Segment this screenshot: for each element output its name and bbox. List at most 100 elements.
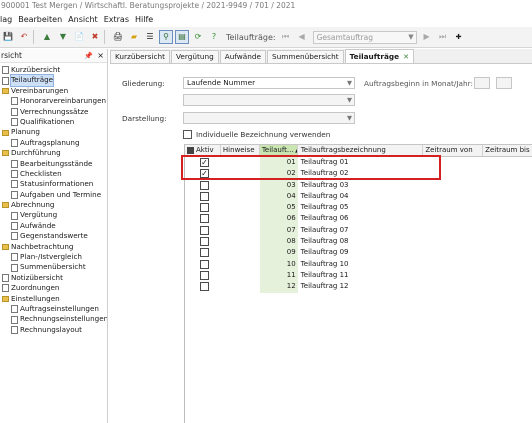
sidebar-item[interactable]: Rechnungslayout bbox=[0, 325, 107, 335]
select-all-checkbox[interactable] bbox=[187, 147, 194, 154]
individuelle-bezeichnung-checkbox[interactable] bbox=[183, 130, 192, 139]
sidebar-item[interactable]: Rechnungseinstellungen bbox=[0, 314, 107, 324]
zeitraum-von-cell[interactable] bbox=[423, 236, 483, 247]
table-row[interactable]: 09 Teilauftrag 09 bbox=[185, 247, 532, 259]
zeitraum-bis-cell[interactable] bbox=[483, 225, 532, 236]
column-header-teilauftragsbezeichnung[interactable]: Teilauftragsbezeichnung bbox=[298, 145, 424, 156]
sidebar-item[interactable]: Notizübersicht bbox=[0, 273, 107, 283]
sidebar-item[interactable]: Abrechnung bbox=[0, 200, 107, 210]
table-row[interactable]: 11 Teilauftrag 11 bbox=[185, 269, 532, 282]
gliederung-select[interactable]: Laufende Nummer ▼ bbox=[183, 77, 355, 89]
aktiv-checkbox[interactable] bbox=[200, 214, 209, 224]
zeitraum-bis-cell[interactable] bbox=[483, 180, 532, 191]
table-row[interactable]: 08 Teilauftrag 08 bbox=[185, 236, 532, 248]
table-row[interactable]: ✓ 01 Teilauftrag 01 bbox=[185, 157, 532, 169]
aktiv-checkbox[interactable]: ✓ bbox=[200, 158, 209, 167]
zeitraum-bis-cell[interactable] bbox=[483, 191, 532, 202]
first-record-icon[interactable]: ⏮ bbox=[280, 31, 292, 43]
zeitraum-bis-cell[interactable] bbox=[483, 247, 532, 258]
close-tab-icon[interactable]: ✕ bbox=[403, 51, 409, 63]
close-icon[interactable]: × bbox=[97, 49, 104, 63]
menu-item-ansicht[interactable]: Ansicht bbox=[65, 15, 101, 24]
table-row[interactable]: 05 Teilauftrag 05 bbox=[185, 202, 532, 214]
aktiv-checkbox[interactable] bbox=[200, 270, 209, 280]
zeitraum-von-cell[interactable] bbox=[423, 202, 483, 213]
zeitraum-bis-cell[interactable] bbox=[483, 270, 532, 281]
help-icon[interactable]: ? bbox=[208, 31, 220, 43]
sidebar-item[interactable]: Auftragseinstellungen bbox=[0, 304, 107, 314]
table-row[interactable]: ✓ 02 Teilauftrag 02 bbox=[185, 168, 532, 180]
sidebar-item[interactable]: Vergütung bbox=[0, 210, 107, 220]
column-header-zeitraum-bis[interactable]: Zeitraum bis bbox=[483, 145, 532, 156]
last-record-icon[interactable]: ⏭ bbox=[437, 31, 449, 43]
previous-record-icon[interactable]: ◀ bbox=[296, 31, 308, 43]
table-row[interactable]: 03 Teilauftrag 03 bbox=[185, 179, 532, 191]
column-header-zeitraum-von[interactable]: Zeitraum von bbox=[423, 145, 484, 156]
auftragsbeginn-jahr-input[interactable] bbox=[496, 77, 512, 89]
sidebar-item[interactable]: Zuordnungen bbox=[0, 283, 107, 293]
teilauftragsbezeichnung-cell[interactable]: Teilauftrag 03 bbox=[298, 180, 424, 191]
folder-icon[interactable]: ▰ bbox=[128, 31, 140, 43]
move-down-icon[interactable]: ▼ bbox=[57, 31, 69, 43]
table-row[interactable]: 10 Teilauftrag 10 bbox=[185, 258, 532, 270]
aktiv-checkbox[interactable]: ✓ bbox=[200, 169, 209, 179]
zeitraum-bis-cell[interactable] bbox=[483, 236, 532, 247]
sidebar-item[interactable]: Honorarvereinbarungen bbox=[0, 96, 107, 106]
auftragsbeginn-monat-input[interactable] bbox=[474, 77, 490, 89]
sidebar-item[interactable]: Aufwände bbox=[0, 221, 107, 231]
teilauftragsbezeichnung-cell[interactable]: Teilauftrag 05 bbox=[298, 202, 424, 213]
sidebar-item[interactable]: Einstellungen bbox=[0, 294, 107, 304]
zeitraum-von-cell[interactable] bbox=[423, 247, 483, 258]
move-up-icon[interactable]: ▲ bbox=[41, 31, 53, 43]
tab-teilauftraege[interactable]: Teilaufträge ✕ bbox=[344, 49, 414, 63]
table-row[interactable]: 06 Teilauftrag 06 bbox=[185, 213, 532, 225]
column-header-aktiv[interactable]: Aktiv bbox=[185, 145, 221, 156]
teilauftragsbezeichnung-cell[interactable]: Teilauftrag 02 bbox=[298, 168, 424, 179]
zeitraum-bis-cell[interactable] bbox=[483, 259, 532, 270]
table-row[interactable]: 07 Teilauftrag 07 bbox=[185, 224, 532, 237]
menu-item-extras[interactable]: Extras bbox=[101, 15, 132, 24]
delete-icon[interactable]: ✖ bbox=[89, 31, 101, 43]
zeitraum-von-cell[interactable] bbox=[423, 259, 483, 270]
zeitraum-von-cell[interactable] bbox=[423, 191, 483, 202]
sidebar-item[interactable]: Auftragsplanung bbox=[0, 138, 107, 148]
add-icon[interactable]: 📄 bbox=[73, 31, 85, 43]
teilauftrag-select[interactable]: Gesamtauftrag ▼ bbox=[312, 30, 417, 44]
zeitraum-bis-cell[interactable] bbox=[483, 202, 532, 213]
filter-icon[interactable]: ⚲ bbox=[159, 30, 173, 44]
list-icon[interactable]: ☰ bbox=[144, 31, 156, 43]
menu-item-lag[interactable]: lag bbox=[0, 15, 15, 24]
sidebar-item[interactable]: Summenübersicht bbox=[0, 262, 107, 272]
next-record-icon[interactable]: ▶ bbox=[421, 31, 433, 43]
tree-view-icon[interactable]: ▤ bbox=[175, 30, 189, 44]
column-header-hinweise[interactable]: Hinweise bbox=[221, 145, 260, 156]
table-row[interactable]: 12 Teilauftrag 12 bbox=[185, 281, 532, 293]
sidebar-item[interactable]: Planung bbox=[0, 127, 107, 137]
teilauftragsbezeichnung-cell[interactable]: Teilauftrag 12 bbox=[298, 281, 424, 292]
menu-item-hilfe[interactable]: Hilfe bbox=[132, 15, 156, 24]
save-icon[interactable]: 💾 bbox=[2, 31, 14, 43]
column-header-teilauftrag-nr[interactable]: Teilauft... ▲ bbox=[259, 145, 298, 156]
zeitraum-bis-cell[interactable] bbox=[483, 157, 532, 168]
sidebar-item[interactable]: Verrechnungssätze bbox=[0, 107, 107, 117]
menu-item-bearbeiten[interactable]: Bearbeiten bbox=[15, 15, 65, 24]
aktiv-checkbox[interactable] bbox=[200, 225, 209, 235]
sidebar-item[interactable]: Kurzübersicht bbox=[0, 65, 107, 75]
teilauftragsbezeichnung-cell[interactable]: Teilauftrag 04 bbox=[298, 191, 424, 202]
teilauftragsbezeichnung-cell[interactable]: Teilauftrag 11 bbox=[298, 270, 424, 281]
aktiv-checkbox[interactable] bbox=[200, 191, 209, 201]
aktiv-checkbox[interactable] bbox=[200, 203, 209, 213]
teilauftragsbezeichnung-cell[interactable]: Teilauftrag 07 bbox=[298, 225, 424, 236]
sidebar-item[interactable]: Bearbeitungsstände bbox=[0, 159, 107, 169]
zeitraum-von-cell[interactable] bbox=[423, 213, 483, 224]
zeitraum-von-cell[interactable] bbox=[423, 225, 483, 236]
zeitraum-bis-cell[interactable] bbox=[483, 213, 532, 224]
zeitraum-bis-cell[interactable] bbox=[483, 281, 532, 292]
sidebar-item[interactable]: Plan-/Istvergleich bbox=[0, 252, 107, 262]
table-row[interactable]: 04 Teilauftrag 04 bbox=[185, 190, 532, 203]
pin-icon[interactable]: 📌 bbox=[84, 49, 93, 63]
sidebar-item[interactable]: Checklisten bbox=[0, 169, 107, 179]
teilauftragsbezeichnung-cell[interactable]: Teilauftrag 09 bbox=[298, 247, 424, 258]
teilauftragsbezeichnung-cell[interactable]: Teilauftrag 10 bbox=[298, 259, 424, 270]
pin-icon[interactable]: ✚ bbox=[453, 31, 465, 43]
